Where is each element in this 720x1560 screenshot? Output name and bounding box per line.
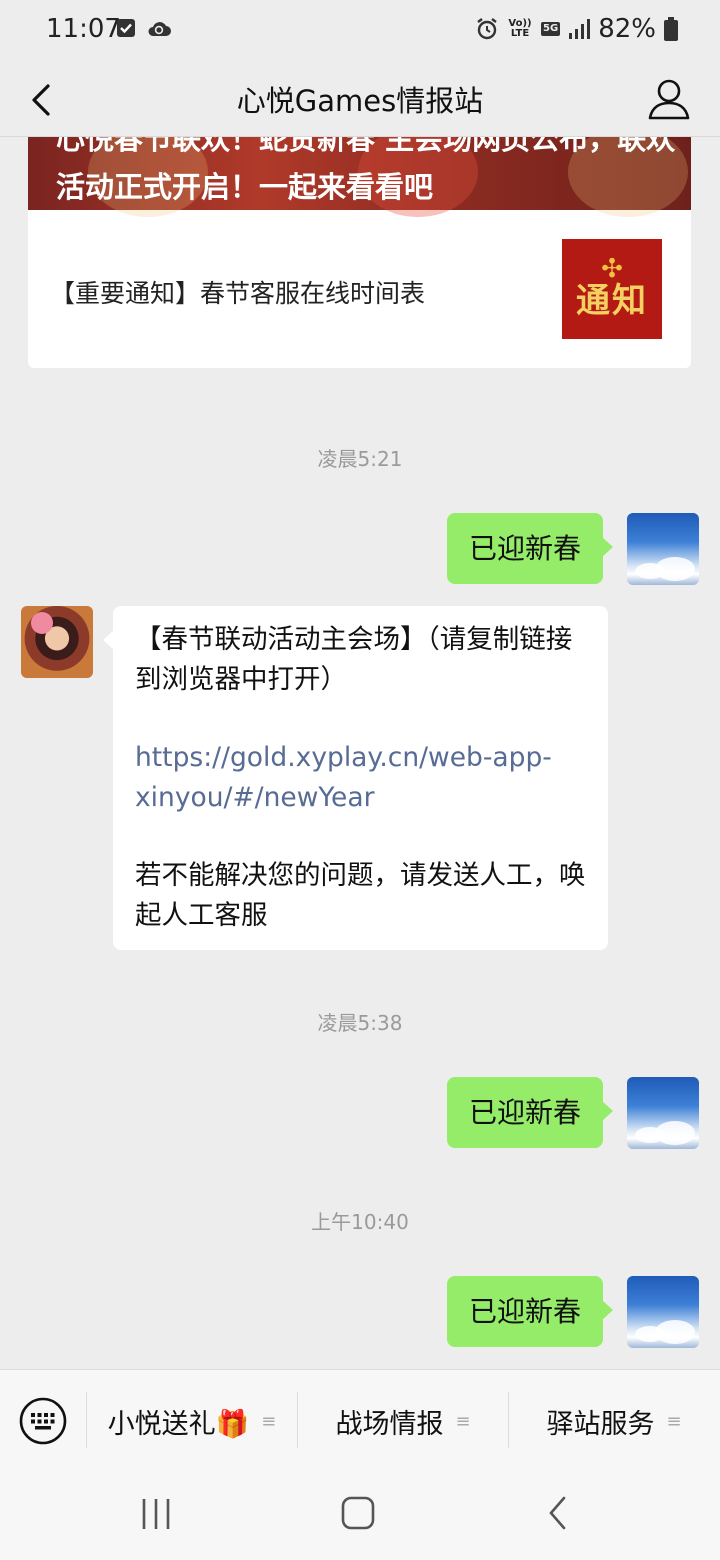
- my-avatar[interactable]: [627, 1077, 699, 1149]
- chat-header: 心悦Games情报站: [0, 64, 720, 137]
- keyboard-icon[interactable]: [18, 1396, 68, 1446]
- message-text: 若不能解决您的问题，请发送人工，唤起人工客服: [135, 860, 586, 931]
- battery-icon: [664, 17, 678, 41]
- recent-apps-icon[interactable]: [138, 1495, 174, 1535]
- checkbox-notification-icon: [117, 19, 135, 37]
- menu-item-gift[interactable]: 小悦送礼🎁 ≡: [87, 1370, 297, 1472]
- menu-item-battle-info[interactable]: 战场情报 ≡: [298, 1370, 508, 1472]
- nav-back-icon[interactable]: [540, 1493, 576, 1533]
- official-account-avatar[interactable]: [21, 606, 93, 678]
- timestamp: 凌晨5:38: [317, 1011, 403, 1035]
- submenu-icon: ≡: [261, 1410, 277, 1432]
- signal-icon: [569, 19, 591, 39]
- notice-item[interactable]: 【重要通知】春节客服在线时间表 ✣ 通知: [28, 210, 691, 368]
- account-menu-bar: 小悦送礼🎁 ≡ 战场情报 ≡ 驿站服务 ≡: [0, 1369, 720, 1472]
- my-avatar[interactable]: [627, 1276, 699, 1348]
- chat-area[interactable]: 心悦春节联欢！蛇贺新春 主会场网页公布，联欢活动正式开启！一起来看看吧 【重要通…: [0, 137, 720, 1369]
- received-message[interactable]: 【春节联动活动主会场】（请复制链接到浏览器中打开） https://gold.x…: [103, 606, 608, 950]
- profile-icon[interactable]: [646, 74, 692, 124]
- notice-title: 【重要通知】春节客服在线时间表: [50, 279, 426, 308]
- home-icon[interactable]: [338, 1493, 378, 1533]
- menu-item-label: 小悦送礼🎁: [107, 1408, 250, 1440]
- sent-message[interactable]: 已迎新春: [447, 1077, 614, 1148]
- network-type-icon: 5G: [541, 22, 561, 36]
- alarm-icon: [477, 18, 497, 40]
- volte-icon: Vo)) LTE: [508, 18, 532, 39]
- menu-item-label: 战场情报: [335, 1408, 444, 1440]
- cloud-sync-icon: [148, 22, 171, 36]
- status-time: 11:07: [46, 14, 121, 44]
- chinese-knot-icon: ✣: [601, 254, 623, 284]
- sent-message[interactable]: 已迎新春: [447, 513, 614, 584]
- menu-item-label: 驿站服务: [546, 1408, 655, 1440]
- notice-thumbnail: ✣ 通知: [562, 239, 662, 339]
- menu-item-station-service[interactable]: 驿站服务 ≡: [509, 1370, 719, 1472]
- submenu-icon: ≡: [666, 1410, 682, 1432]
- message-link[interactable]: https://gold.xyplay.cn/web-app-xinyou/#/…: [135, 738, 586, 818]
- my-avatar[interactable]: [627, 513, 699, 585]
- timestamp: 凌晨5:21: [317, 447, 403, 471]
- status-bar: 11:07 Vo)) LTE 5G 82%: [0, 0, 720, 64]
- article-card[interactable]: 心悦春节联欢！蛇贺新春 主会场网页公布，联欢活动正式开启！一起来看看吧 【重要通…: [28, 137, 691, 368]
- battery-percent: 82%: [598, 14, 656, 44]
- system-navigation-bar: [0, 1471, 720, 1560]
- sent-message[interactable]: 已迎新春: [447, 1276, 614, 1347]
- article-banner[interactable]: 心悦春节联欢！蛇贺新春 主会场网页公布，联欢活动正式开启！一起来看看吧: [28, 137, 691, 217]
- submenu-icon: ≡: [455, 1410, 471, 1432]
- page-title: 心悦Games情报站: [236, 84, 484, 118]
- timestamp: 上午10:40: [311, 1210, 409, 1234]
- message-text: 【春节联动活动主会场】（请复制链接到浏览器中打开）: [135, 624, 573, 695]
- banner-title: 心悦春节联欢！蛇贺新春 主会场网页公布，联欢活动正式开启！一起来看看吧: [56, 137, 676, 204]
- thumbnail-label: 通知: [576, 281, 648, 321]
